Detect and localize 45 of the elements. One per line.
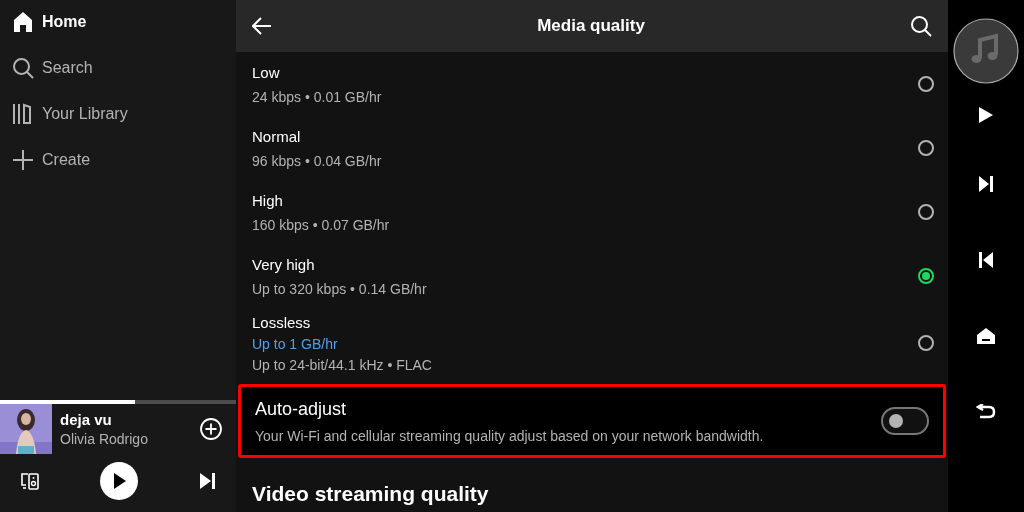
track-title: deja vu (60, 411, 113, 428)
option-title: Lossless (252, 313, 312, 331)
sidebar-item[interactable]: Search (12, 56, 236, 80)
option-detail: 96 kbps • 0.04 GB/hr (252, 152, 382, 169)
page-title: Media quality (537, 16, 645, 36)
search-icon (12, 57, 34, 79)
option-detail: 160 kbps • 0.07 GB/hr (252, 216, 390, 233)
add-icon[interactable] (200, 418, 222, 440)
radio-button[interactable] (918, 335, 934, 351)
section-heading: Video streaming quality (252, 482, 490, 506)
sidebar-item[interactable]: Your Library (12, 102, 236, 126)
back-icon[interactable] (976, 404, 996, 420)
play-icon[interactable] (978, 106, 994, 124)
radio-button[interactable] (918, 76, 934, 92)
radio-button[interactable] (918, 204, 934, 220)
artist-name: Olivia Rodrigo (60, 431, 149, 447)
progress-bar[interactable] (0, 400, 236, 404)
home-icon (12, 11, 34, 33)
option-detail: Up to 320 kbps • 0.14 GB/hr (252, 280, 427, 297)
home-icon[interactable] (976, 327, 996, 345)
play-button[interactable] (100, 462, 138, 500)
radio-button[interactable] (918, 268, 934, 284)
info-link[interactable]: Up to 1 GB/hr (252, 335, 432, 352)
devices-icon[interactable] (20, 471, 40, 491)
toggle-switch[interactable] (881, 407, 929, 435)
option-title: Normal (252, 127, 302, 145)
play-icon (112, 473, 126, 489)
option-title: High (252, 191, 284, 209)
option-detail: 24 kbps • 0.01 GB/hr (252, 88, 382, 105)
option-title: Low (252, 63, 281, 81)
plus-icon (12, 149, 34, 171)
library-icon (12, 103, 34, 125)
search-icon[interactable] (910, 15, 932, 37)
option-title: Very high (252, 255, 316, 273)
setting-title: Auto-adjust (255, 398, 348, 420)
sidebar-item[interactable]: Create (12, 148, 236, 172)
skip-next-icon[interactable] (198, 472, 216, 490)
setting-description: Your Wi-Fi and cellular streaming quality adjust based on your network bandwidth. (255, 427, 764, 444)
music-note-icon[interactable] (953, 18, 1019, 84)
back-arrow-icon[interactable] (252, 17, 272, 35)
skip-previous-icon[interactable] (978, 251, 994, 269)
sidebar-item[interactable]: Home (12, 10, 236, 34)
option-detail: Up to 24-bit/44.1 kHz • FLAC (252, 356, 432, 373)
skip-next-icon[interactable] (978, 175, 994, 193)
radio-button[interactable] (918, 140, 934, 156)
